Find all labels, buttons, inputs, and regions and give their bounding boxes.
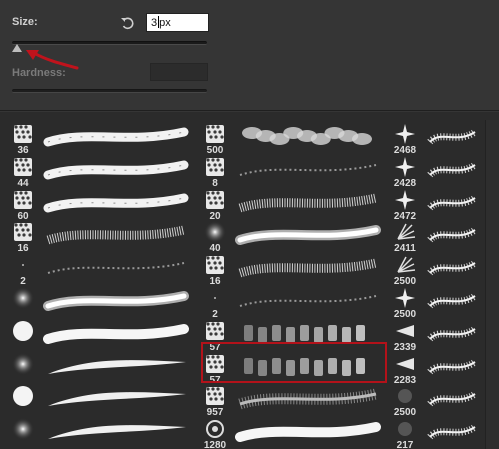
size-unit: px: [159, 17, 171, 29]
brush-preset-panel: Size: 3 px Hardness: 36 44 60 16 2 500 8 20 40 16 2…: [0, 0, 499, 449]
brush-tip-thumbnail: 1280: [200, 415, 230, 449]
hardness-slider-track[interactable]: [12, 89, 207, 93]
brush-preset[interactable]: 1280: [200, 415, 386, 449]
brush-size-label: 217: [396, 440, 414, 449]
brush-preset[interactable]: 217: [390, 415, 485, 449]
brush-stroke-preview: [40, 417, 190, 449]
hardness-input[interactable]: [150, 63, 208, 81]
highlight-box-annotation: [201, 342, 387, 383]
hardness-label: Hardness:: [12, 67, 66, 79]
size-slider-thumb[interactable]: [12, 44, 22, 52]
brush-stroke-preview: [232, 417, 382, 449]
brush-preset-grid: 36 44 60 16 2 500 8 20 40 16 2 57 57 957 1280 2468 2428 2…: [0, 112, 499, 449]
brush-stroke-preview: [422, 417, 481, 449]
brush-controls: Size: 3 px Hardness:: [0, 0, 499, 112]
brush-size-label: 1280: [203, 440, 227, 449]
size-input[interactable]: 3 px: [146, 13, 209, 32]
size-value: 3: [151, 17, 158, 29]
brush-tip-thumbnail: [8, 415, 38, 449]
size-label: Size:: [12, 16, 38, 28]
brush-tip-thumbnail: 217: [390, 415, 420, 449]
divider: [0, 110, 499, 111]
size-slider-track[interactable]: [12, 41, 207, 45]
scrollbar[interactable]: [485, 120, 499, 449]
reset-size-icon[interactable]: [119, 14, 137, 32]
brush-preset[interactable]: [8, 415, 194, 449]
